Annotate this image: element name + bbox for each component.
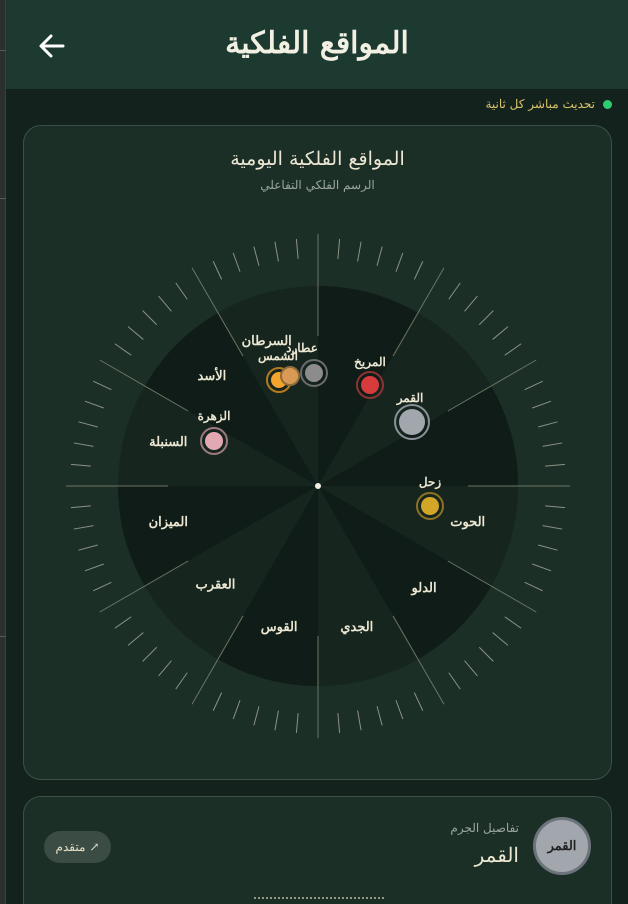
planet-dot — [421, 497, 439, 515]
degree-tick — [232, 700, 241, 720]
degree-tick — [93, 581, 112, 592]
degree-tick — [376, 246, 383, 266]
degree-tick — [538, 544, 558, 551]
degree-tick — [542, 442, 563, 447]
planet-label: الزهرة — [198, 409, 231, 424]
degree-tick — [70, 463, 91, 467]
degree-tick — [114, 343, 132, 356]
chart-card: المواقع الفلكية اليومية الرسم الفلكي الت… — [23, 125, 612, 780]
advanced-label: متقدم — [55, 840, 86, 854]
live-status-text: تحديث مباشر كل ثانية — [485, 97, 595, 111]
arrow-up-right-icon: ↗ — [89, 840, 100, 854]
degree-tick — [84, 400, 104, 409]
degree-tick — [212, 261, 223, 280]
page-title: المواقع الفلكية — [225, 26, 409, 61]
planet-label: الشمس — [258, 349, 298, 364]
degree-tick — [504, 616, 522, 629]
body-detail-card: ↗ متقدم القمر تفاصيل الجرم القمر — [23, 796, 612, 904]
app-header: المواقع الفلكية — [6, 0, 628, 90]
degree-tick — [395, 700, 404, 720]
degree-tick — [73, 525, 94, 530]
degree-tick — [93, 380, 112, 391]
selected-body-avatar: القمر — [533, 817, 591, 875]
degree-tick — [158, 660, 172, 677]
degree-tick — [478, 310, 494, 326]
degree-tick — [532, 400, 552, 409]
planet-dot — [280, 366, 300, 386]
degree-tick — [413, 692, 424, 711]
degree-tick — [295, 713, 299, 734]
planet-dot — [399, 409, 425, 435]
degree-tick — [158, 295, 172, 312]
degree-tick — [524, 581, 543, 592]
degree-tick — [478, 646, 494, 662]
degree-tick — [253, 706, 260, 726]
planet-label: القمر — [396, 391, 424, 406]
sign-label: الميزان — [149, 515, 188, 530]
sign-label: الحوت — [450, 515, 485, 530]
sign-label: القوس — [261, 620, 298, 635]
degree-tick — [376, 706, 383, 726]
sign-label: الجدي — [340, 620, 373, 635]
side-strip — [0, 0, 6, 904]
degree-tick — [127, 632, 144, 646]
degree-tick — [212, 692, 223, 711]
degree-tick — [413, 261, 424, 280]
degree-tick — [357, 241, 362, 262]
degree-tick — [127, 326, 144, 340]
degree-tick — [448, 282, 461, 300]
degree-tick — [504, 343, 522, 356]
degree-tick — [84, 563, 104, 572]
degree-tick — [73, 442, 94, 447]
degree-tick — [492, 326, 509, 340]
planet-dot — [305, 364, 323, 382]
planet-dot — [361, 376, 379, 394]
degree-tick — [232, 252, 241, 272]
degree-tick — [274, 710, 279, 731]
degree-tick — [253, 246, 260, 266]
detail-text-peek — [254, 897, 384, 904]
live-dot-icon — [603, 99, 612, 109]
degree-tick — [295, 238, 299, 259]
degree-tick — [464, 660, 478, 677]
degree-tick — [357, 710, 362, 731]
degree-tick — [448, 672, 461, 690]
sign-label: السرطان — [242, 334, 292, 349]
degree-tick — [78, 544, 98, 551]
sign-label: العقرب — [196, 578, 236, 593]
degree-tick — [142, 646, 158, 662]
degree-tick — [78, 421, 98, 428]
degree-tick — [142, 310, 158, 326]
detail-name: القمر — [474, 843, 519, 867]
planet-label: زحل — [419, 475, 442, 490]
degree-tick — [175, 282, 188, 300]
detail-label: تفاصيل الجرم — [450, 821, 519, 835]
degree-tick — [337, 238, 341, 259]
degree-tick — [337, 713, 341, 734]
degree-tick — [524, 380, 543, 391]
degree-tick — [464, 295, 478, 312]
live-status: تحديث مباشر كل ثانية — [485, 95, 612, 113]
planet-label: المريخ — [354, 355, 386, 370]
degree-tick — [114, 616, 132, 629]
degree-tick — [532, 563, 552, 572]
degree-tick — [70, 505, 91, 509]
degree-tick — [395, 252, 404, 272]
degree-tick — [538, 421, 558, 428]
degree-tick — [542, 525, 563, 530]
advanced-button[interactable]: ↗ متقدم — [44, 831, 111, 863]
wheel-center — [315, 483, 321, 489]
degree-tick — [175, 672, 188, 690]
body-circle-label: القمر — [547, 838, 577, 854]
planet-dot — [205, 432, 223, 450]
degree-tick — [545, 505, 566, 509]
sign-label: الدلو — [411, 581, 437, 596]
astro-wheel[interactable]: الحوت الدلو الجدي القوس العقرب الميزان السنبلة… — [24, 126, 613, 781]
degree-tick — [274, 241, 279, 262]
degree-tick — [492, 632, 509, 646]
sign-label: الأسد — [198, 367, 227, 384]
degree-tick — [545, 463, 566, 467]
sign-label: السنبلة — [149, 435, 187, 450]
